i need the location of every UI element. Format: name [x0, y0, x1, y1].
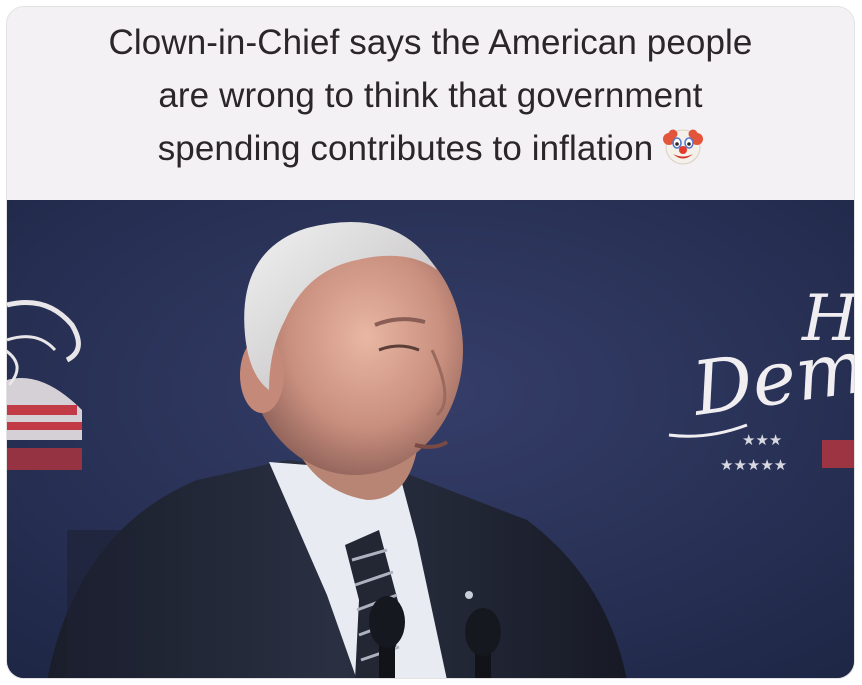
caption-line-3: spending contributes to inflation	[157, 129, 654, 168]
clown-face-icon	[663, 129, 704, 165]
video-frame: Dem H ★★★ ★★★★★	[7, 200, 854, 678]
video-still: Dem H ★★★ ★★★★★	[7, 200, 854, 678]
lapel-pin	[465, 591, 473, 599]
backdrop-script-initial: H	[801, 282, 854, 356]
meme-card: Clown-in-Chief says the American people …	[6, 6, 855, 679]
caption-area: Clown-in-Chief says the American people …	[7, 7, 854, 200]
caption-line-3-wrap: spending contributes to inflation	[21, 122, 841, 175]
svg-text:★★★: ★★★	[742, 431, 782, 449]
caption-line-2: are wrong to think that government	[158, 76, 703, 115]
caption-text: Clown-in-Chief says the American people …	[21, 16, 841, 175]
caption-line-1: Clown-in-Chief says the American people	[108, 23, 753, 62]
svg-text:★★★★★: ★★★★★	[720, 456, 787, 474]
